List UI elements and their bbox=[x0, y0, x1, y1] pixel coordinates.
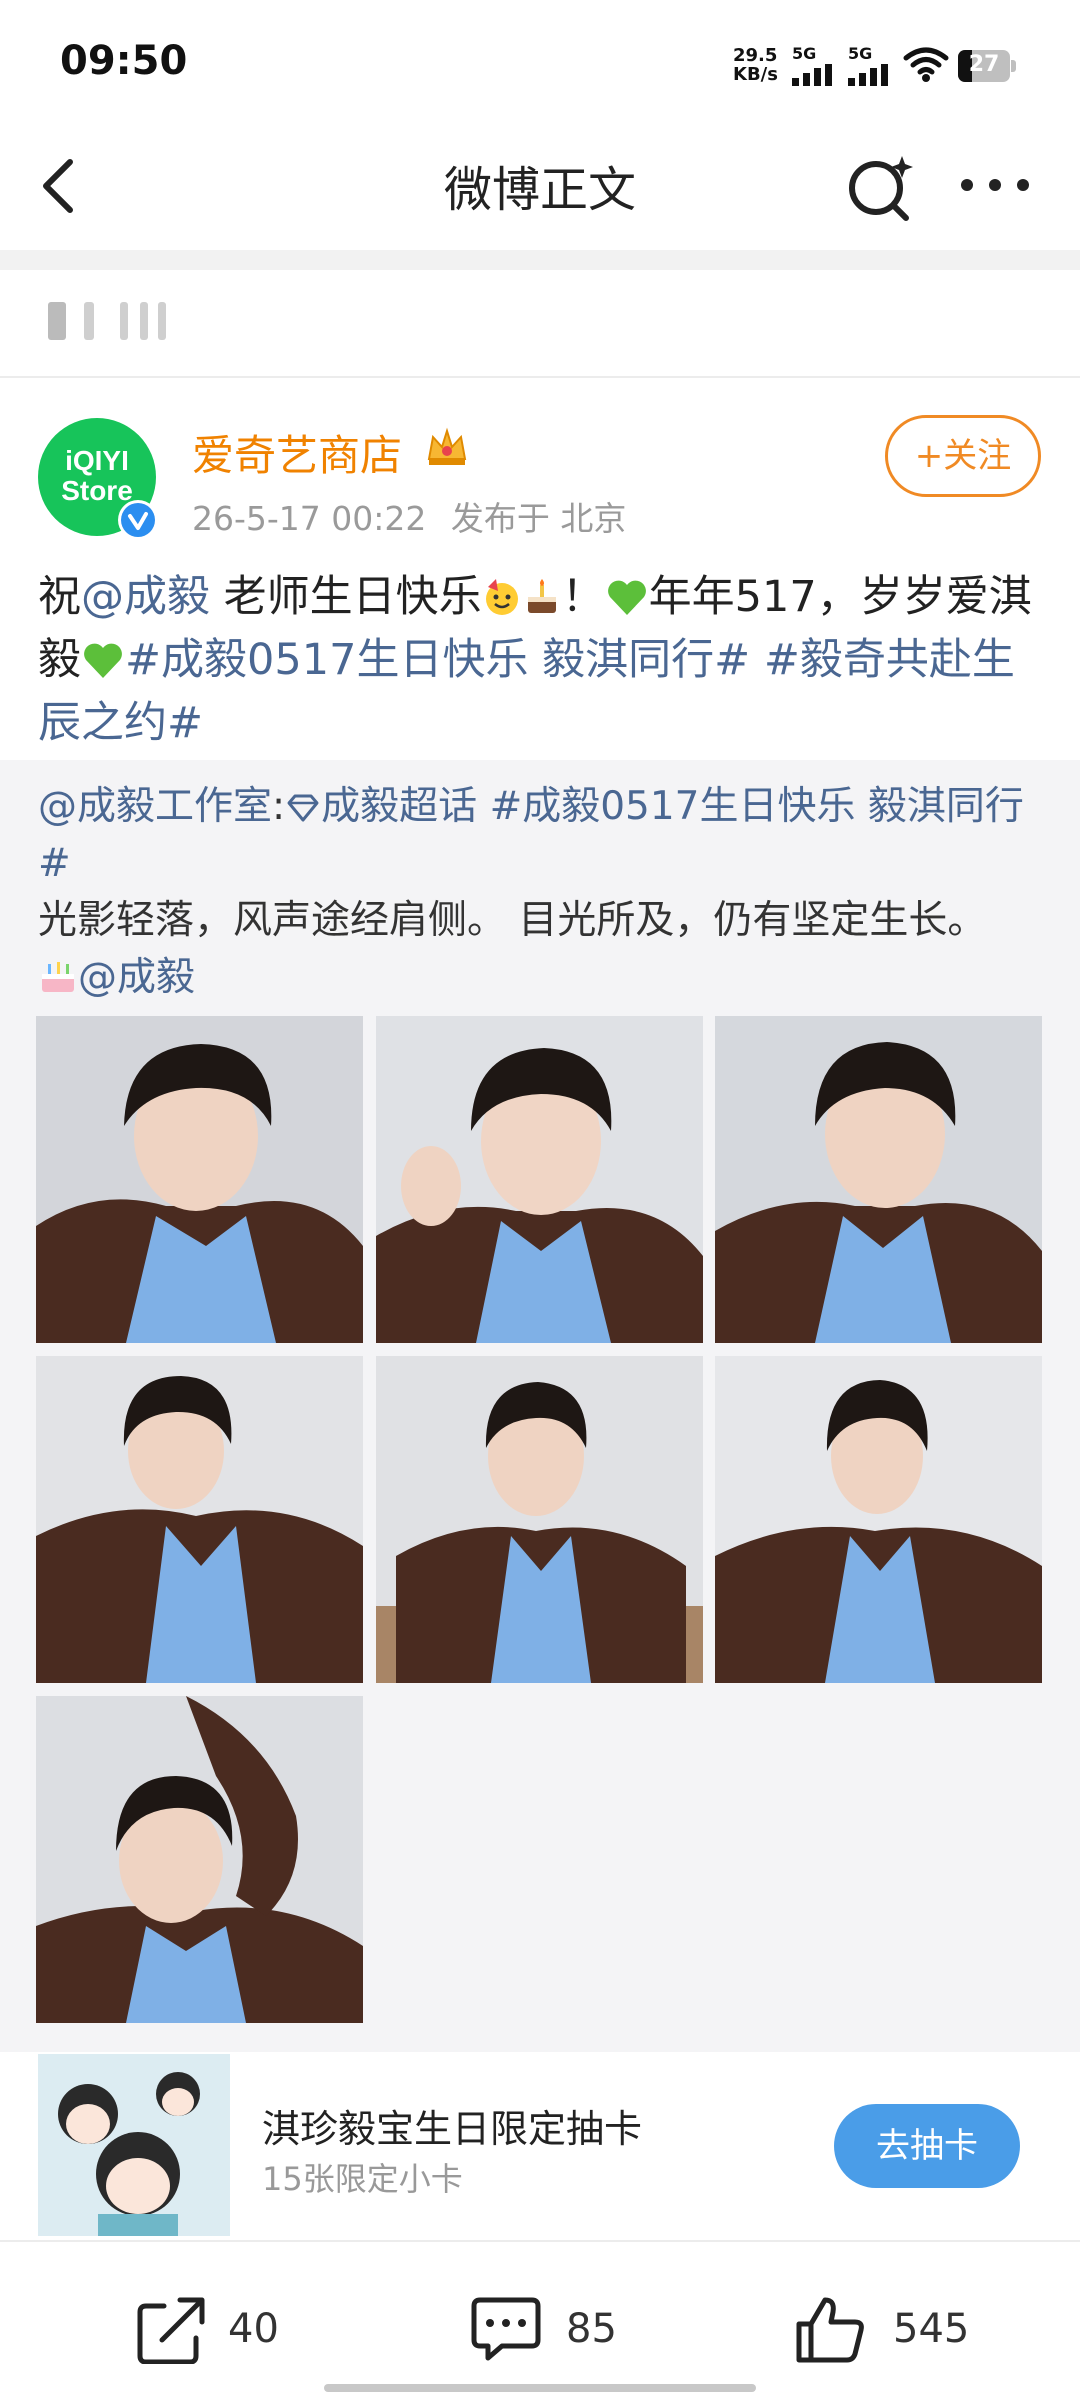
end-mention-link[interactable]: @成毅 bbox=[78, 955, 195, 1000]
search-button[interactable] bbox=[842, 150, 922, 225]
signal-2-label: 5G bbox=[848, 44, 873, 63]
like-button[interactable]: 545 bbox=[793, 2294, 973, 2364]
repost-colon: : bbox=[272, 784, 286, 829]
signal-1-label: 5G bbox=[792, 44, 817, 63]
green-heart-emoji-icon bbox=[84, 643, 122, 678]
network-speed: 29.5 KB/s bbox=[733, 45, 778, 85]
mention-link[interactable]: @成毅 bbox=[81, 572, 210, 622]
party-face-emoji-icon bbox=[485, 579, 518, 615]
green-heart-emoji-icon bbox=[607, 580, 646, 615]
supertopic-diamond-icon bbox=[287, 794, 319, 822]
photo-6[interactable] bbox=[715, 1356, 1042, 1683]
repost-button[interactable]: 40 bbox=[134, 2294, 294, 2364]
post-text-part1: 祝 bbox=[38, 572, 81, 622]
signal-1-icon: 5G bbox=[792, 44, 840, 86]
comment-button[interactable]: 85 bbox=[468, 2294, 628, 2364]
cake-emoji-icon bbox=[527, 579, 556, 613]
network-speed-value: 29.5 bbox=[733, 45, 778, 66]
wifi-icon bbox=[903, 47, 949, 82]
verified-badge-icon bbox=[118, 500, 158, 540]
photo-7[interactable] bbox=[36, 1696, 363, 2023]
bottom-action-bar: 40 85 545 bbox=[0, 2240, 1080, 2402]
photo-3[interactable] bbox=[715, 1016, 1042, 1343]
repost-icon bbox=[137, 2297, 205, 2364]
post-body: 祝@成毅 老师生日快乐！年年517，岁岁爱淇毅 #成毅0517生日快乐 毅淇同行#… bbox=[38, 566, 1048, 755]
repost-count: 40 bbox=[228, 2306, 279, 2352]
post-text-part2: 老师生日快乐 bbox=[210, 572, 482, 622]
comment-count: 85 bbox=[566, 2306, 617, 2352]
photo-1[interactable] bbox=[36, 1016, 363, 1343]
home-indicator[interactable] bbox=[324, 2384, 756, 2392]
photo-2[interactable] bbox=[376, 1016, 703, 1343]
signal-2-icon: 5G bbox=[848, 44, 896, 86]
network-speed-unit: KB/s bbox=[733, 64, 778, 85]
post-location: 发布于 北京 bbox=[450, 499, 627, 538]
birthday-cake-emoji-icon bbox=[42, 962, 74, 992]
promo-card-subtitle: 15张限定小卡 bbox=[262, 2160, 463, 2198]
photo-4[interactable] bbox=[36, 1356, 363, 1683]
battery-level: 27 bbox=[968, 52, 1000, 77]
section-divider bbox=[0, 250, 1080, 270]
like-count: 545 bbox=[893, 2306, 970, 2352]
status-time: 09:50 bbox=[60, 38, 188, 84]
follow-button[interactable]: +关注 bbox=[885, 415, 1041, 497]
crown-badge-icon bbox=[427, 427, 467, 465]
comment-icon bbox=[471, 2297, 541, 2361]
post-time: 26-5-17 00:22 bbox=[192, 499, 427, 538]
draw-card-button[interactable]: 去抽卡 bbox=[834, 2104, 1020, 2188]
post-meta: 26-5-17 00:22 发布于 北京 bbox=[192, 492, 626, 540]
repost-body: 光影轻落，风声途经肩侧。 目光所及，仍有坚定生长。 bbox=[38, 898, 987, 943]
promo-card-thumbnail bbox=[38, 2054, 230, 2236]
supertopic-link[interactable]: 成毅超话 bbox=[321, 784, 477, 829]
avatar-text-line1: iQIYI bbox=[65, 445, 129, 476]
promo-card-title: 淇珍毅宝生日限定抽卡 bbox=[262, 2107, 643, 2151]
author-name[interactable]: 爱奇艺商店 bbox=[192, 422, 402, 483]
promo-card[interactable]: 淇珍毅宝生日限定抽卡 15张限定小卡 去抽卡 bbox=[38, 2054, 1046, 2236]
reposted-content[interactable]: @成毅工作室: 成毅超话 #成毅0517生日快乐 毅淇同行# 光影轻落，风声途经肩… bbox=[0, 760, 1080, 2236]
repost-text: @成毅工作室: 成毅超话 #成毅0517生日快乐 毅淇同行# 光影轻落，风声途经肩… bbox=[38, 778, 1048, 1006]
topic-link[interactable]: #成毅0517生日快乐 毅淇同行# bbox=[125, 635, 750, 685]
studio-mention-link[interactable]: @成毅工作室 bbox=[38, 784, 272, 829]
thumbs-up-icon bbox=[796, 2297, 864, 2363]
post-text-part3: ！ bbox=[561, 572, 605, 622]
more-options-button[interactable] bbox=[955, 165, 1035, 205]
blurred-content-row bbox=[0, 270, 1080, 378]
photo-5[interactable] bbox=[376, 1356, 703, 1683]
battery-icon: 27 bbox=[958, 50, 1018, 84]
